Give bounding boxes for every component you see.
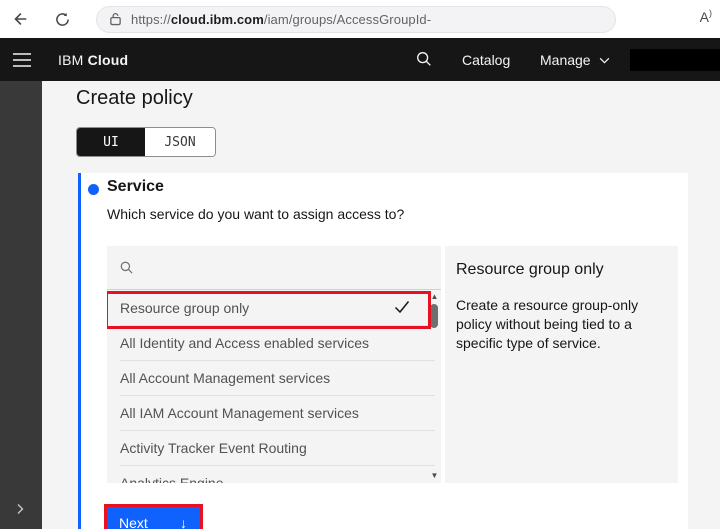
service-list-pane: Resource group only All Identity and Acc… (107, 246, 441, 483)
lock-icon[interactable] (109, 12, 122, 26)
option-label: Analytics Engine (120, 474, 224, 484)
service-option[interactable]: Activity Tracker Event Routing (107, 430, 441, 465)
row-divider (120, 395, 435, 396)
row-divider (120, 360, 435, 361)
tab-json[interactable]: JSON (145, 128, 215, 156)
list-scrollbar[interactable]: ▲ ▼ (429, 290, 440, 483)
next-button-label: Next (119, 515, 148, 529)
option-label: Activity Tracker Event Routing (120, 439, 307, 456)
step-indicator-dot (88, 184, 99, 195)
ui-json-switcher: UI JSON (76, 127, 216, 157)
browser-toolbar: https://cloud.ibm.com/iam/groups/AccessG… (0, 0, 720, 38)
nav-manage[interactable]: Manage (540, 52, 610, 68)
step-title: Service (107, 178, 164, 195)
sidenav-expand-chevron-icon[interactable] (12, 501, 30, 519)
tab-ui[interactable]: UI (77, 128, 145, 156)
service-step-card: Service Which service do you want to ass… (78, 173, 688, 529)
nav-catalog[interactable]: Catalog (462, 52, 510, 68)
page-title: Create policy (76, 87, 193, 109)
scroll-up-arrow-icon[interactable]: ▲ (429, 292, 440, 301)
scroll-down-arrow-icon[interactable]: ▼ (429, 471, 440, 480)
chevron-down-icon (599, 57, 609, 64)
hamburger-menu-icon[interactable] (12, 50, 32, 70)
ibm-cloud-logo[interactable]: IBM Cloud (58, 52, 128, 68)
row-divider (120, 325, 435, 326)
service-option-selected[interactable]: Resource group only (107, 290, 441, 325)
option-label: All Account Management services (120, 369, 331, 386)
option-label: All IAM Account Management services (120, 404, 359, 421)
detail-description: Create a resource group-only policy with… (456, 297, 639, 351)
checkmark-icon (394, 300, 410, 317)
address-bar[interactable]: https://cloud.ibm.com/iam/groups/AccessG… (96, 5, 616, 33)
next-button[interactable]: Next ↓ (107, 507, 200, 529)
row-divider (120, 465, 435, 466)
service-search-input[interactable] (107, 246, 441, 290)
read-aloud-icon[interactable]: A) (700, 8, 712, 25)
service-detail-pane: Resource group only Create a resource gr… (445, 246, 678, 483)
scrollbar-thumb[interactable] (430, 304, 438, 328)
service-option[interactable]: All Account Management services (107, 360, 441, 395)
annotation-highlight-next-button: Next ↓ (104, 504, 203, 529)
back-icon[interactable] (10, 9, 30, 29)
refresh-icon[interactable] (52, 9, 72, 29)
redacted-account-box (630, 49, 720, 71)
page-content: Create policy UI JSON Service Which serv… (0, 81, 720, 529)
step-question: Which service do you want to assign acce… (107, 206, 405, 222)
url-text: https://cloud.ibm.com/iam/groups/AccessG… (131, 11, 432, 27)
detail-title: Resource group only (456, 261, 604, 278)
service-option[interactable]: All IAM Account Management services (107, 395, 441, 430)
search-icon[interactable] (415, 50, 435, 70)
service-selector: Resource group only All Identity and Acc… (107, 246, 678, 483)
ibm-cloud-header: IBM Cloud Catalog Manage (0, 38, 720, 81)
collapsed-sidenav (0, 81, 42, 529)
service-option[interactable]: Analytics Engine (107, 465, 441, 483)
option-label: Resource group only (120, 299, 250, 316)
search-icon (119, 260, 134, 275)
arrow-down-icon: ↓ (180, 515, 187, 529)
option-label: All Identity and Access enabled services (120, 334, 370, 351)
service-option[interactable]: All Identity and Access enabled services (107, 325, 441, 360)
row-divider (120, 430, 435, 431)
